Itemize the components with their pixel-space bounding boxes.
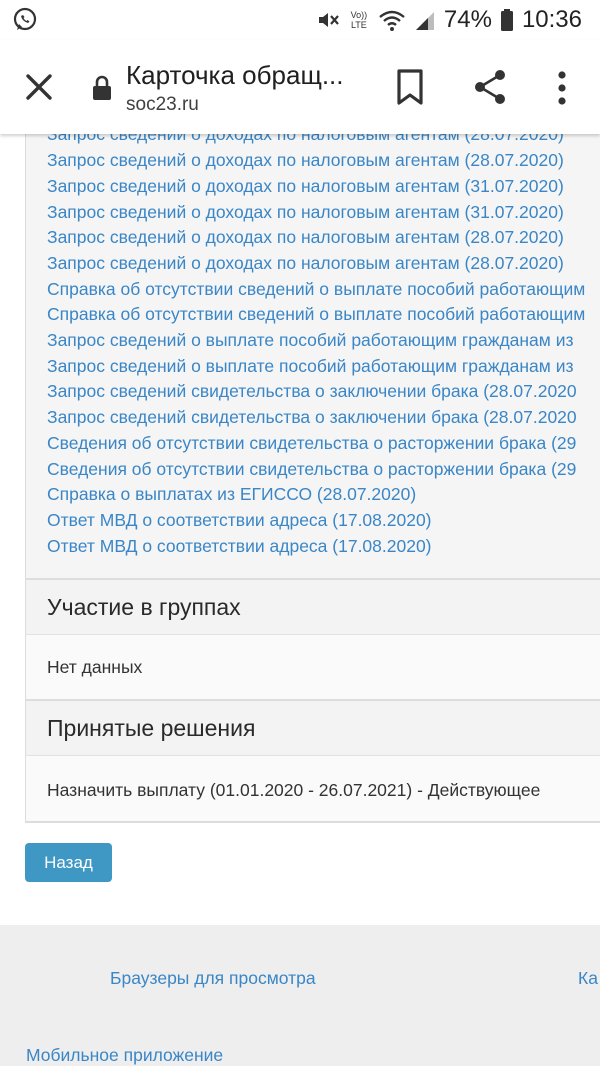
close-icon[interactable] [22, 70, 56, 104]
wifi-icon [379, 10, 405, 31]
clock: 10:36 [521, 6, 582, 33]
browser-toolbar: Карточка обращ... soc23.ru [0, 40, 600, 134]
document-link[interactable]: Запрос сведений о доходах по налоговым а… [47, 134, 564, 145]
document-link[interactable]: Ответ МВД о соответствии адреса (17.08.2… [47, 536, 432, 557]
document-link[interactable]: Сведения об отсутствии свидетельства о р… [47, 459, 576, 480]
groups-value: Нет данных [47, 657, 143, 677]
whatsapp-icon [13, 7, 37, 31]
page-content: Запрос сведений о доходах по налоговым а… [0, 134, 600, 1066]
page-title: Карточка обращ... [126, 60, 344, 90]
document-link[interactable]: Запрос сведений о доходах по налоговым а… [47, 150, 564, 171]
lock-icon [93, 75, 111, 100]
document-link[interactable]: Запрос сведений о выплате пособий работа… [47, 330, 574, 351]
footer-link-mobile-app[interactable]: Мобильное приложение [26, 1045, 223, 1066]
signal-icon [415, 12, 434, 30]
decision-value: Назначить выплату (01.01.2020 - 26.07.20… [47, 780, 541, 800]
groups-section-body: Нет данных [25, 635, 600, 699]
document-link[interactable]: Справка об отсутствии сведений о выплате… [47, 279, 585, 300]
document-link[interactable]: Запрос сведений о доходах по налоговым а… [47, 202, 564, 223]
share-icon[interactable] [471, 67, 509, 107]
status-bar: Vo)) LTE 74% 10:36 [0, 0, 600, 40]
volte-icon: Vo)) LTE [350, 10, 368, 30]
document-link[interactable]: Сведения об отсутствии свидетельства о р… [47, 433, 576, 454]
footer-link-partial[interactable]: Ка [578, 968, 598, 989]
document-link[interactable]: Запрос сведений о доходах по налоговым а… [47, 253, 564, 274]
battery-icon [500, 9, 513, 31]
groups-section-header: Участие в группах [25, 580, 600, 634]
footer: Браузеры для просмотра Ка Мобильное прил… [0, 925, 600, 1066]
decisions-section-body: Назначить выплату (01.01.2020 - 26.07.20… [25, 756, 600, 821]
document-link[interactable]: Запрос сведений свидетельства о заключен… [47, 381, 577, 402]
back-button[interactable]: Назад [25, 843, 112, 882]
bookmark-icon[interactable] [393, 67, 427, 107]
document-link[interactable]: Ответ МВД о соответствии адреса (17.08.2… [47, 510, 432, 531]
page-url: soc23.ru [126, 94, 199, 115]
decisions-section-title: Принятые решения [47, 715, 256, 741]
document-link[interactable]: Справка о выплатах из ЕГИССО (28.07.2020… [47, 484, 416, 505]
mute-icon [318, 13, 339, 27]
battery-percent: 74% [443, 6, 492, 33]
document-link[interactable]: Запрос сведений о выплате пособий работа… [47, 356, 574, 377]
document-link[interactable]: Запрос сведений о доходах по налоговым а… [47, 227, 564, 248]
groups-section-title: Участие в группах [47, 594, 241, 620]
footer-link-browsers[interactable]: Браузеры для просмотра [110, 968, 316, 989]
decisions-section-header: Принятые решения [25, 701, 600, 755]
document-link[interactable]: Справка об отсутствии сведений о выплате… [47, 304, 585, 325]
more-options-icon[interactable] [548, 68, 576, 108]
document-link[interactable]: Запрос сведений свидетельства о заключен… [47, 407, 577, 428]
section-divider [25, 821, 600, 823]
document-link[interactable]: Запрос сведений о доходах по налоговым а… [47, 176, 564, 197]
